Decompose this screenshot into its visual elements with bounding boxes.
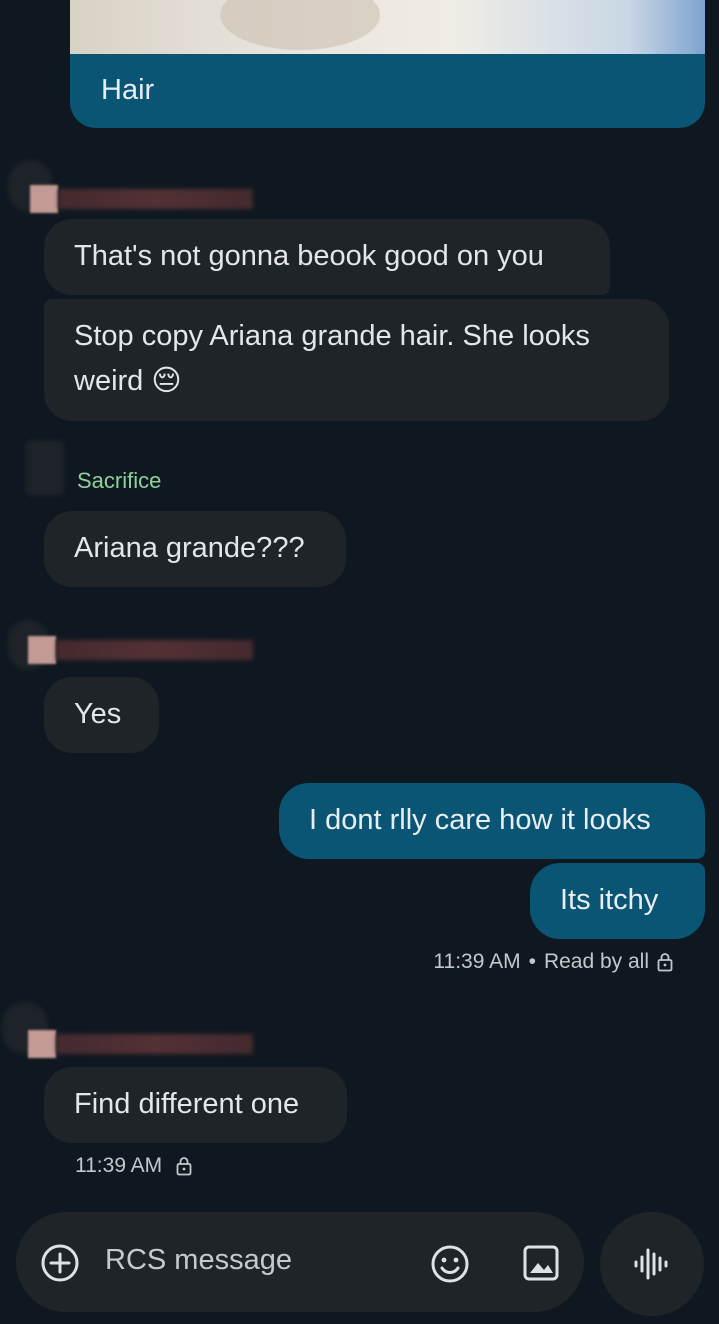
gallery-icon[interactable] — [522, 1244, 560, 1287]
message-composer[interactable]: RCS message — [16, 1212, 584, 1312]
lock-icon — [657, 952, 673, 972]
message-bubble[interactable]: That's not gonna beook good on you — [44, 219, 610, 295]
add-icon[interactable] — [40, 1243, 80, 1288]
avatar[interactable] — [26, 440, 64, 496]
message-input[interactable]: RCS message — [105, 1244, 292, 1277]
timestamp: 11:39 AM — [433, 950, 521, 973]
read-status: Read by all — [543, 950, 649, 973]
image-caption-bar[interactable]: Hair — [70, 54, 705, 128]
message-bubble-outgoing[interactable]: I dont rlly care how it looks — [279, 783, 705, 859]
message-text: I dont rlly care how it looks — [309, 804, 651, 836]
message-bubble[interactable]: Yes — [44, 677, 159, 753]
message-text: Stop copy Ariana grande hair. She looks … — [74, 320, 590, 397]
message-bubble-outgoing[interactable]: Its itchy — [530, 863, 705, 939]
message-status: 11:39 AM • Read by all — [433, 950, 673, 974]
separator-dot: • — [528, 950, 536, 973]
image-attachment[interactable] — [70, 0, 705, 54]
lock-icon — [176, 1156, 192, 1176]
voice-icon — [634, 1248, 668, 1280]
timestamp: 11:39 AM — [75, 1154, 163, 1177]
message-text: That's not gonna beook good on you — [74, 240, 544, 272]
redacted-sender-name — [28, 1030, 253, 1058]
message-bubble[interactable]: Ariana grande??? — [44, 511, 346, 587]
message-status: 11:39 AM — [75, 1154, 192, 1178]
redacted-sender-name — [30, 185, 253, 213]
message-text: Yes — [74, 698, 122, 730]
message-text: Ariana grande??? — [74, 532, 305, 564]
emoji-icon[interactable] — [430, 1244, 470, 1289]
redacted-sender-name — [28, 636, 253, 664]
message-text: Its itchy — [560, 884, 659, 916]
message-bubble[interactable]: Stop copy Ariana grande hair. She looks … — [44, 299, 669, 421]
message-text: Find different one — [74, 1088, 300, 1120]
image-caption: Hair — [101, 74, 155, 106]
message-bubble[interactable]: Find different one — [44, 1067, 347, 1143]
voice-button[interactable] — [600, 1212, 704, 1316]
sender-name: Sacrifice — [77, 468, 162, 493]
